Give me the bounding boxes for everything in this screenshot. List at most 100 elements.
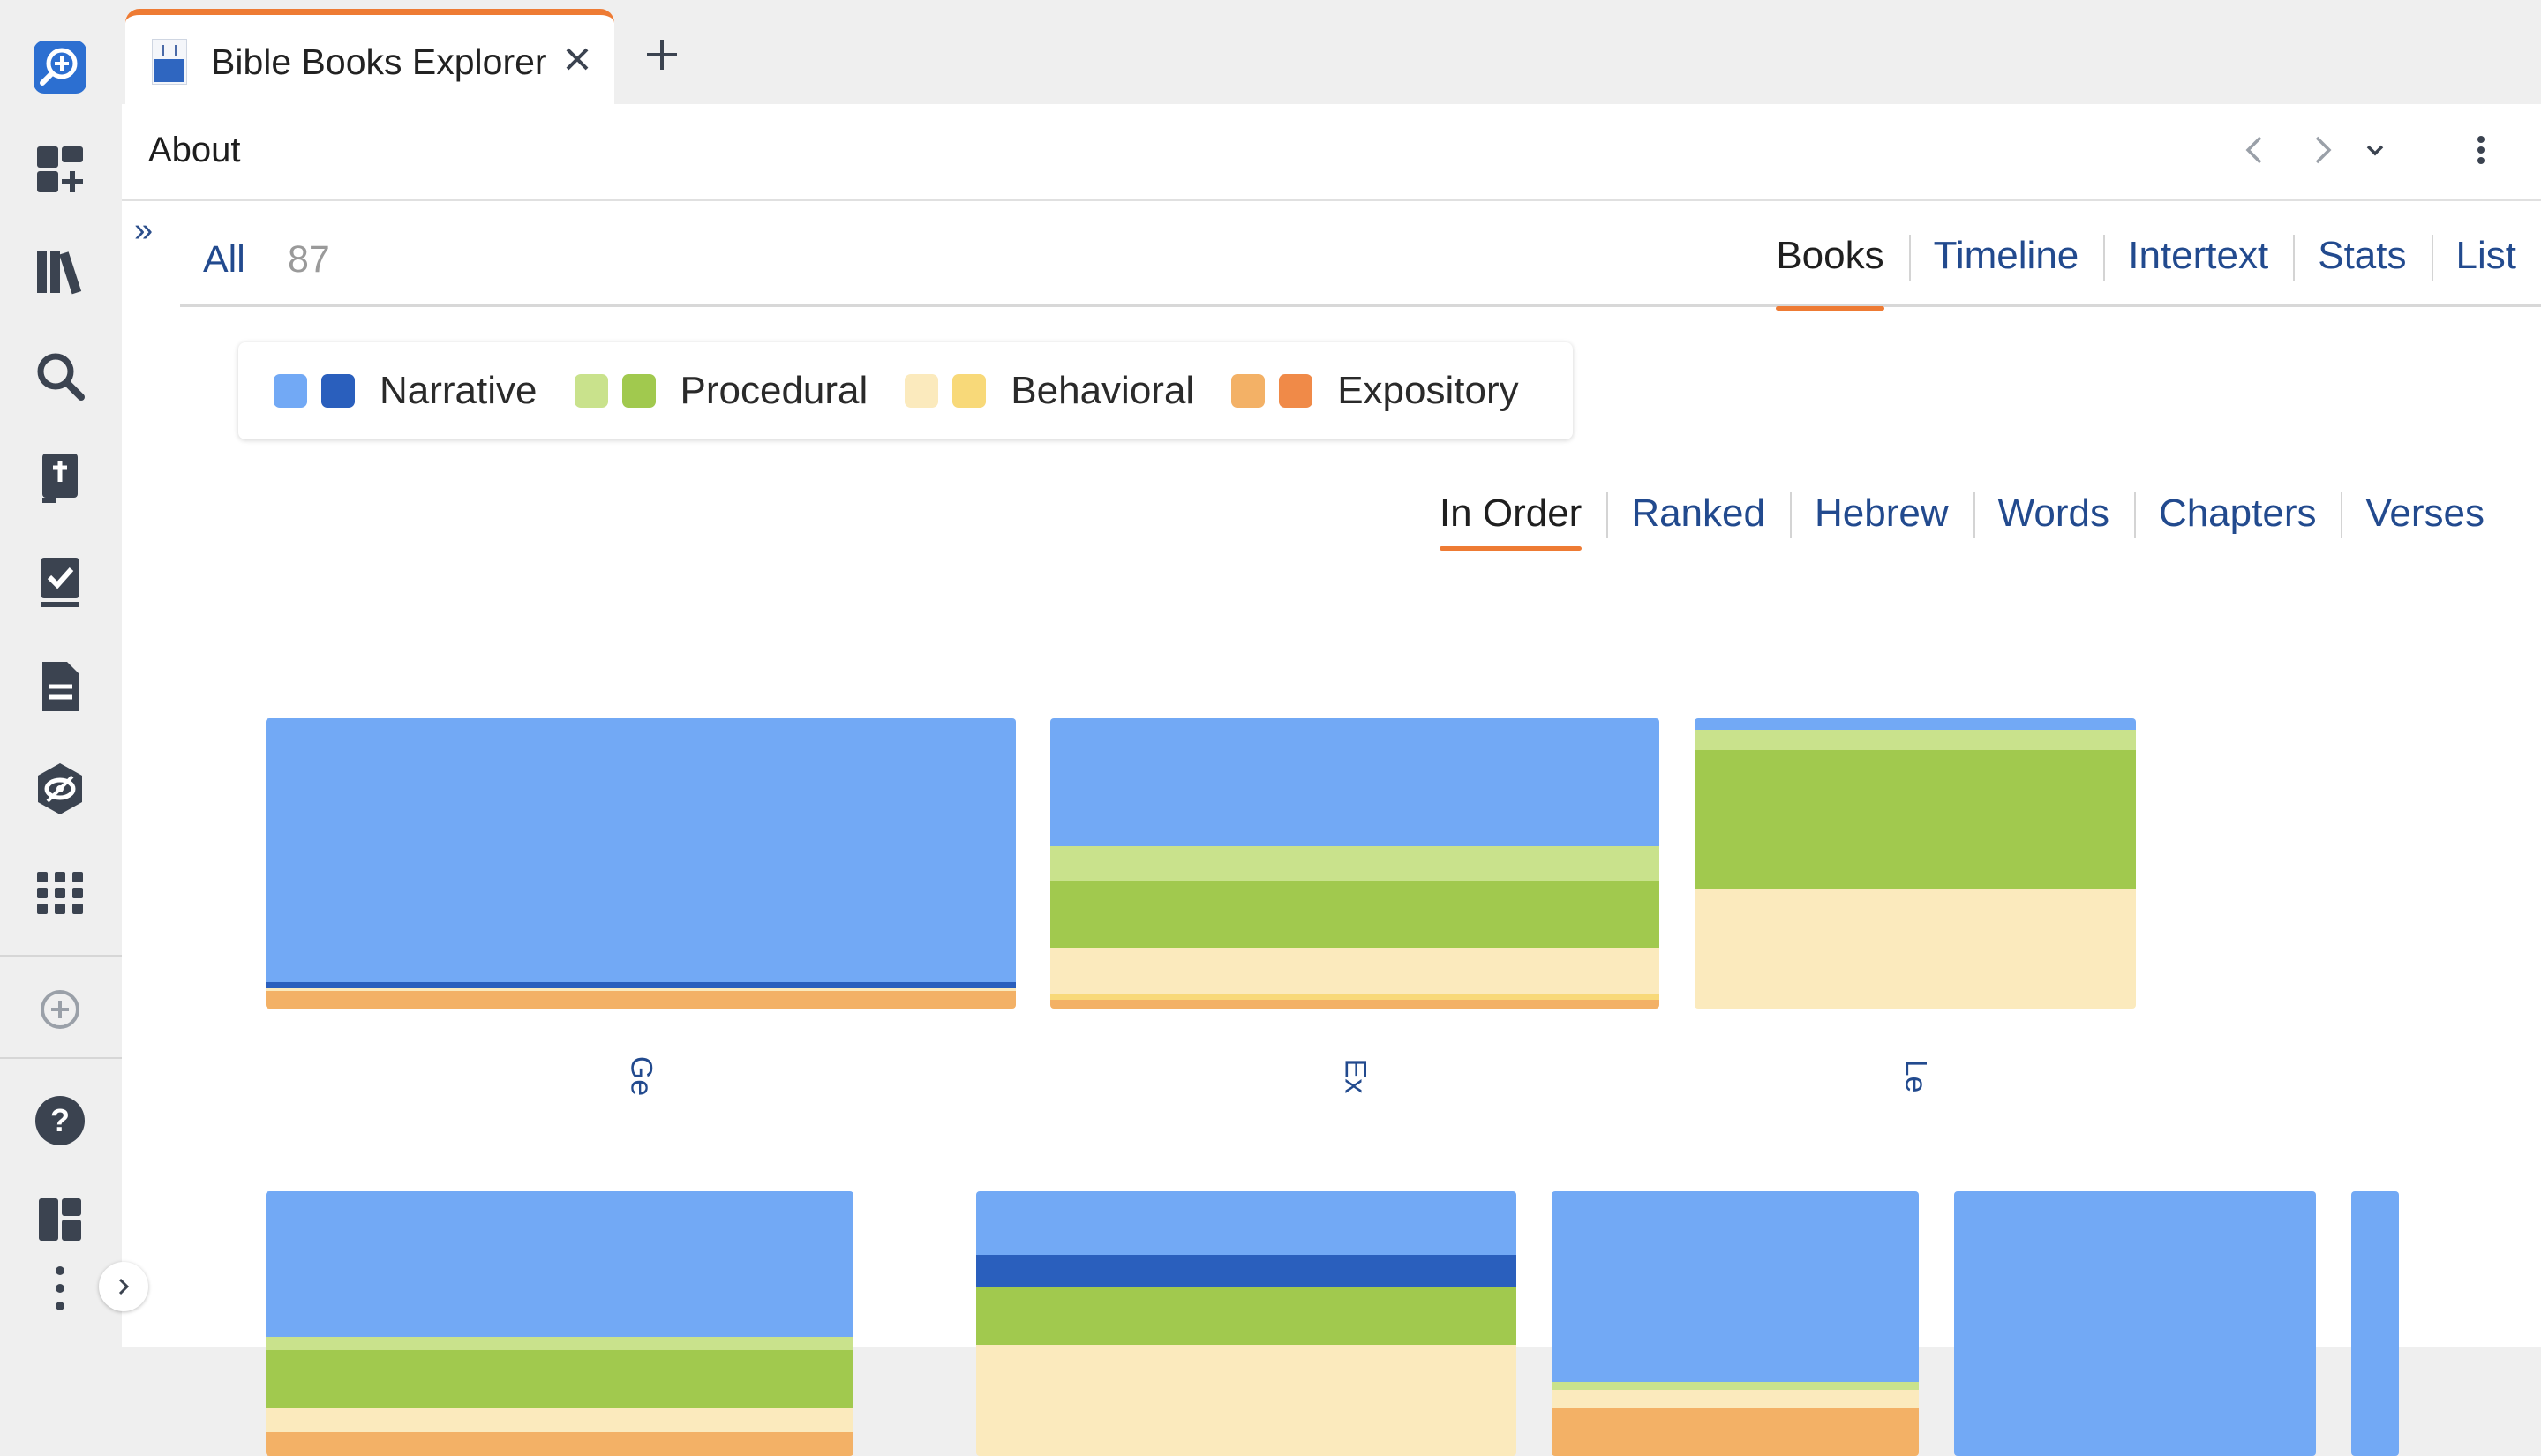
- tab-stats[interactable]: Stats: [2293, 229, 2431, 284]
- legend-item-expository[interactable]: Expository: [1231, 369, 1519, 413]
- library-icon[interactable]: [28, 240, 92, 304]
- filter-bar: All 87 Books Timeline Intertext Stats List: [180, 203, 2541, 311]
- book-block[interactable]: [976, 1191, 1516, 1456]
- sort-tab-words[interactable]: Words: [1973, 487, 2134, 542]
- genre-segment: [266, 1432, 853, 1456]
- sort-tab-verses[interactable]: Verses: [2341, 487, 2509, 542]
- more-vertical-icon[interactable]: [28, 1257, 92, 1320]
- add-panel-icon[interactable]: [28, 138, 92, 201]
- page-title: About: [148, 131, 241, 169]
- close-icon[interactable]: [558, 40, 597, 79]
- book-label[interactable]: Ex: [1338, 1050, 1372, 1103]
- book-block-le[interactable]: [1695, 718, 2136, 1009]
- genre-segment: [266, 991, 1016, 1009]
- search-icon[interactable]: [28, 344, 92, 408]
- book-block[interactable]: [1954, 1191, 2316, 1456]
- genre-segment: [266, 982, 1016, 988]
- more-vertical-icon[interactable]: [2459, 125, 2503, 175]
- sort-tab-chapters[interactable]: Chapters: [2133, 487, 2342, 542]
- genre-segment: [976, 1191, 1516, 1255]
- legend-label: Narrative: [380, 369, 538, 412]
- tab-books[interactable]: Books: [1751, 229, 1908, 311]
- filter-count: 87: [288, 238, 330, 281]
- chevron-down-icon[interactable]: [2353, 125, 2397, 175]
- genre-segment: [1050, 1000, 1659, 1009]
- add-circle-icon[interactable]: [28, 978, 92, 1041]
- genre-segment: [976, 1255, 1516, 1287]
- genre-segment: [1552, 1390, 1919, 1408]
- tab-intertext[interactable]: Intertext: [2103, 229, 2293, 284]
- rail-divider: [0, 955, 122, 957]
- sort-tab-in-order[interactable]: In Order: [1415, 487, 1606, 551]
- book-label[interactable]: Ge: [624, 1050, 658, 1103]
- logos-search-icon[interactable]: [28, 35, 92, 99]
- legend-swatch: [1231, 374, 1266, 408]
- genre-segment: [1050, 947, 1659, 994]
- left-rail: ?: [0, 0, 122, 1347]
- bible-icon[interactable]: [28, 447, 92, 510]
- tab-bible-books-explorer[interactable]: Bible Books Explorer: [125, 9, 614, 104]
- explorer-content: All 87 Books Timeline Intertext Stats List N…: [180, 203, 2541, 1456]
- rail-expand-button[interactable]: [99, 1262, 148, 1311]
- chevron-right-icon: [118, 1278, 130, 1295]
- book-block[interactable]: [266, 1191, 853, 1456]
- genre-segment: [1552, 1191, 1919, 1382]
- expand-filters-button[interactable]: »: [134, 212, 153, 250]
- genre-segment: [266, 1350, 853, 1408]
- legend-label: Expository: [1337, 369, 1519, 412]
- legend-label: Behavioral: [1011, 369, 1195, 412]
- legend-item-narrative[interactable]: Narrative: [274, 369, 538, 413]
- factbook-icon[interactable]: [28, 757, 92, 821]
- genre-segment: [266, 718, 1016, 983]
- genre-legend: Narrative Procedural Behavioral Expository: [238, 342, 1573, 439]
- sort-tab-hebrew[interactable]: Hebrew: [1789, 487, 1973, 542]
- genre-segment: [1552, 1382, 1919, 1390]
- apps-grid-icon[interactable]: [28, 861, 92, 925]
- genre-segment: [1695, 718, 2136, 731]
- chevron-left-icon[interactable]: [2233, 125, 2277, 175]
- sort-tabs: In Order Ranked Hebrew Words Chapters Verses: [1415, 487, 2509, 551]
- book-block-ge[interactable]: [266, 718, 1016, 1009]
- genre-segment: [266, 1191, 853, 1337]
- genre-segment: [266, 1408, 853, 1432]
- genre-segment: [1050, 881, 1659, 948]
- legend-label: Procedural: [680, 369, 868, 412]
- tab-list[interactable]: List: [2431, 229, 2541, 284]
- resource-panel: About » All 87 Books Timeline Intertext Sta…: [122, 104, 2541, 1456]
- genre-segment: [2351, 1191, 2399, 1456]
- reading-plan-icon[interactable]: [28, 551, 92, 614]
- layouts-icon[interactable]: [28, 1188, 92, 1251]
- filter-all[interactable]: All: [203, 238, 245, 281]
- genre-segment: [1695, 889, 2136, 1009]
- plus-icon[interactable]: [641, 34, 683, 76]
- view-tabs: Books Timeline Intertext Stats List: [1751, 229, 2541, 311]
- rail-divider: [0, 1057, 122, 1059]
- genre-segment: [1050, 718, 1659, 846]
- book-block-ex[interactable]: [1050, 718, 1659, 1009]
- genre-segment: [1695, 730, 2136, 751]
- legend-swatch: [621, 374, 656, 408]
- legend-swatch: [1279, 374, 1313, 408]
- resource-cover-icon: [152, 39, 187, 85]
- legend-item-procedural[interactable]: Procedural: [574, 369, 868, 413]
- legend-swatch: [952, 374, 987, 408]
- book-block[interactable]: [2351, 1191, 2399, 1456]
- genre-segment: [266, 1337, 853, 1350]
- legend-item-behavioral[interactable]: Behavioral: [905, 369, 1194, 413]
- legend-swatch: [321, 374, 355, 408]
- chevron-right-icon[interactable]: [2300, 125, 2344, 175]
- book-label[interactable]: Le: [1898, 1050, 1933, 1103]
- help-icon[interactable]: ?: [28, 1089, 92, 1152]
- panel-header: About: [122, 104, 2541, 201]
- genre-segment: [1954, 1191, 2316, 1456]
- legend-swatch: [274, 374, 307, 408]
- sort-tab-ranked[interactable]: Ranked: [1606, 487, 1790, 542]
- tab-timeline[interactable]: Timeline: [1908, 229, 2104, 284]
- genre-segment: [1552, 1408, 1919, 1456]
- svg-text:?: ?: [50, 1102, 70, 1138]
- document-icon[interactable]: [28, 655, 92, 718]
- book-block[interactable]: [1552, 1191, 1919, 1456]
- tab-strip: Bible Books Explorer: [122, 0, 2541, 104]
- genre-segment: [1050, 845, 1659, 882]
- tab-title: Bible Books Explorer: [211, 41, 547, 82]
